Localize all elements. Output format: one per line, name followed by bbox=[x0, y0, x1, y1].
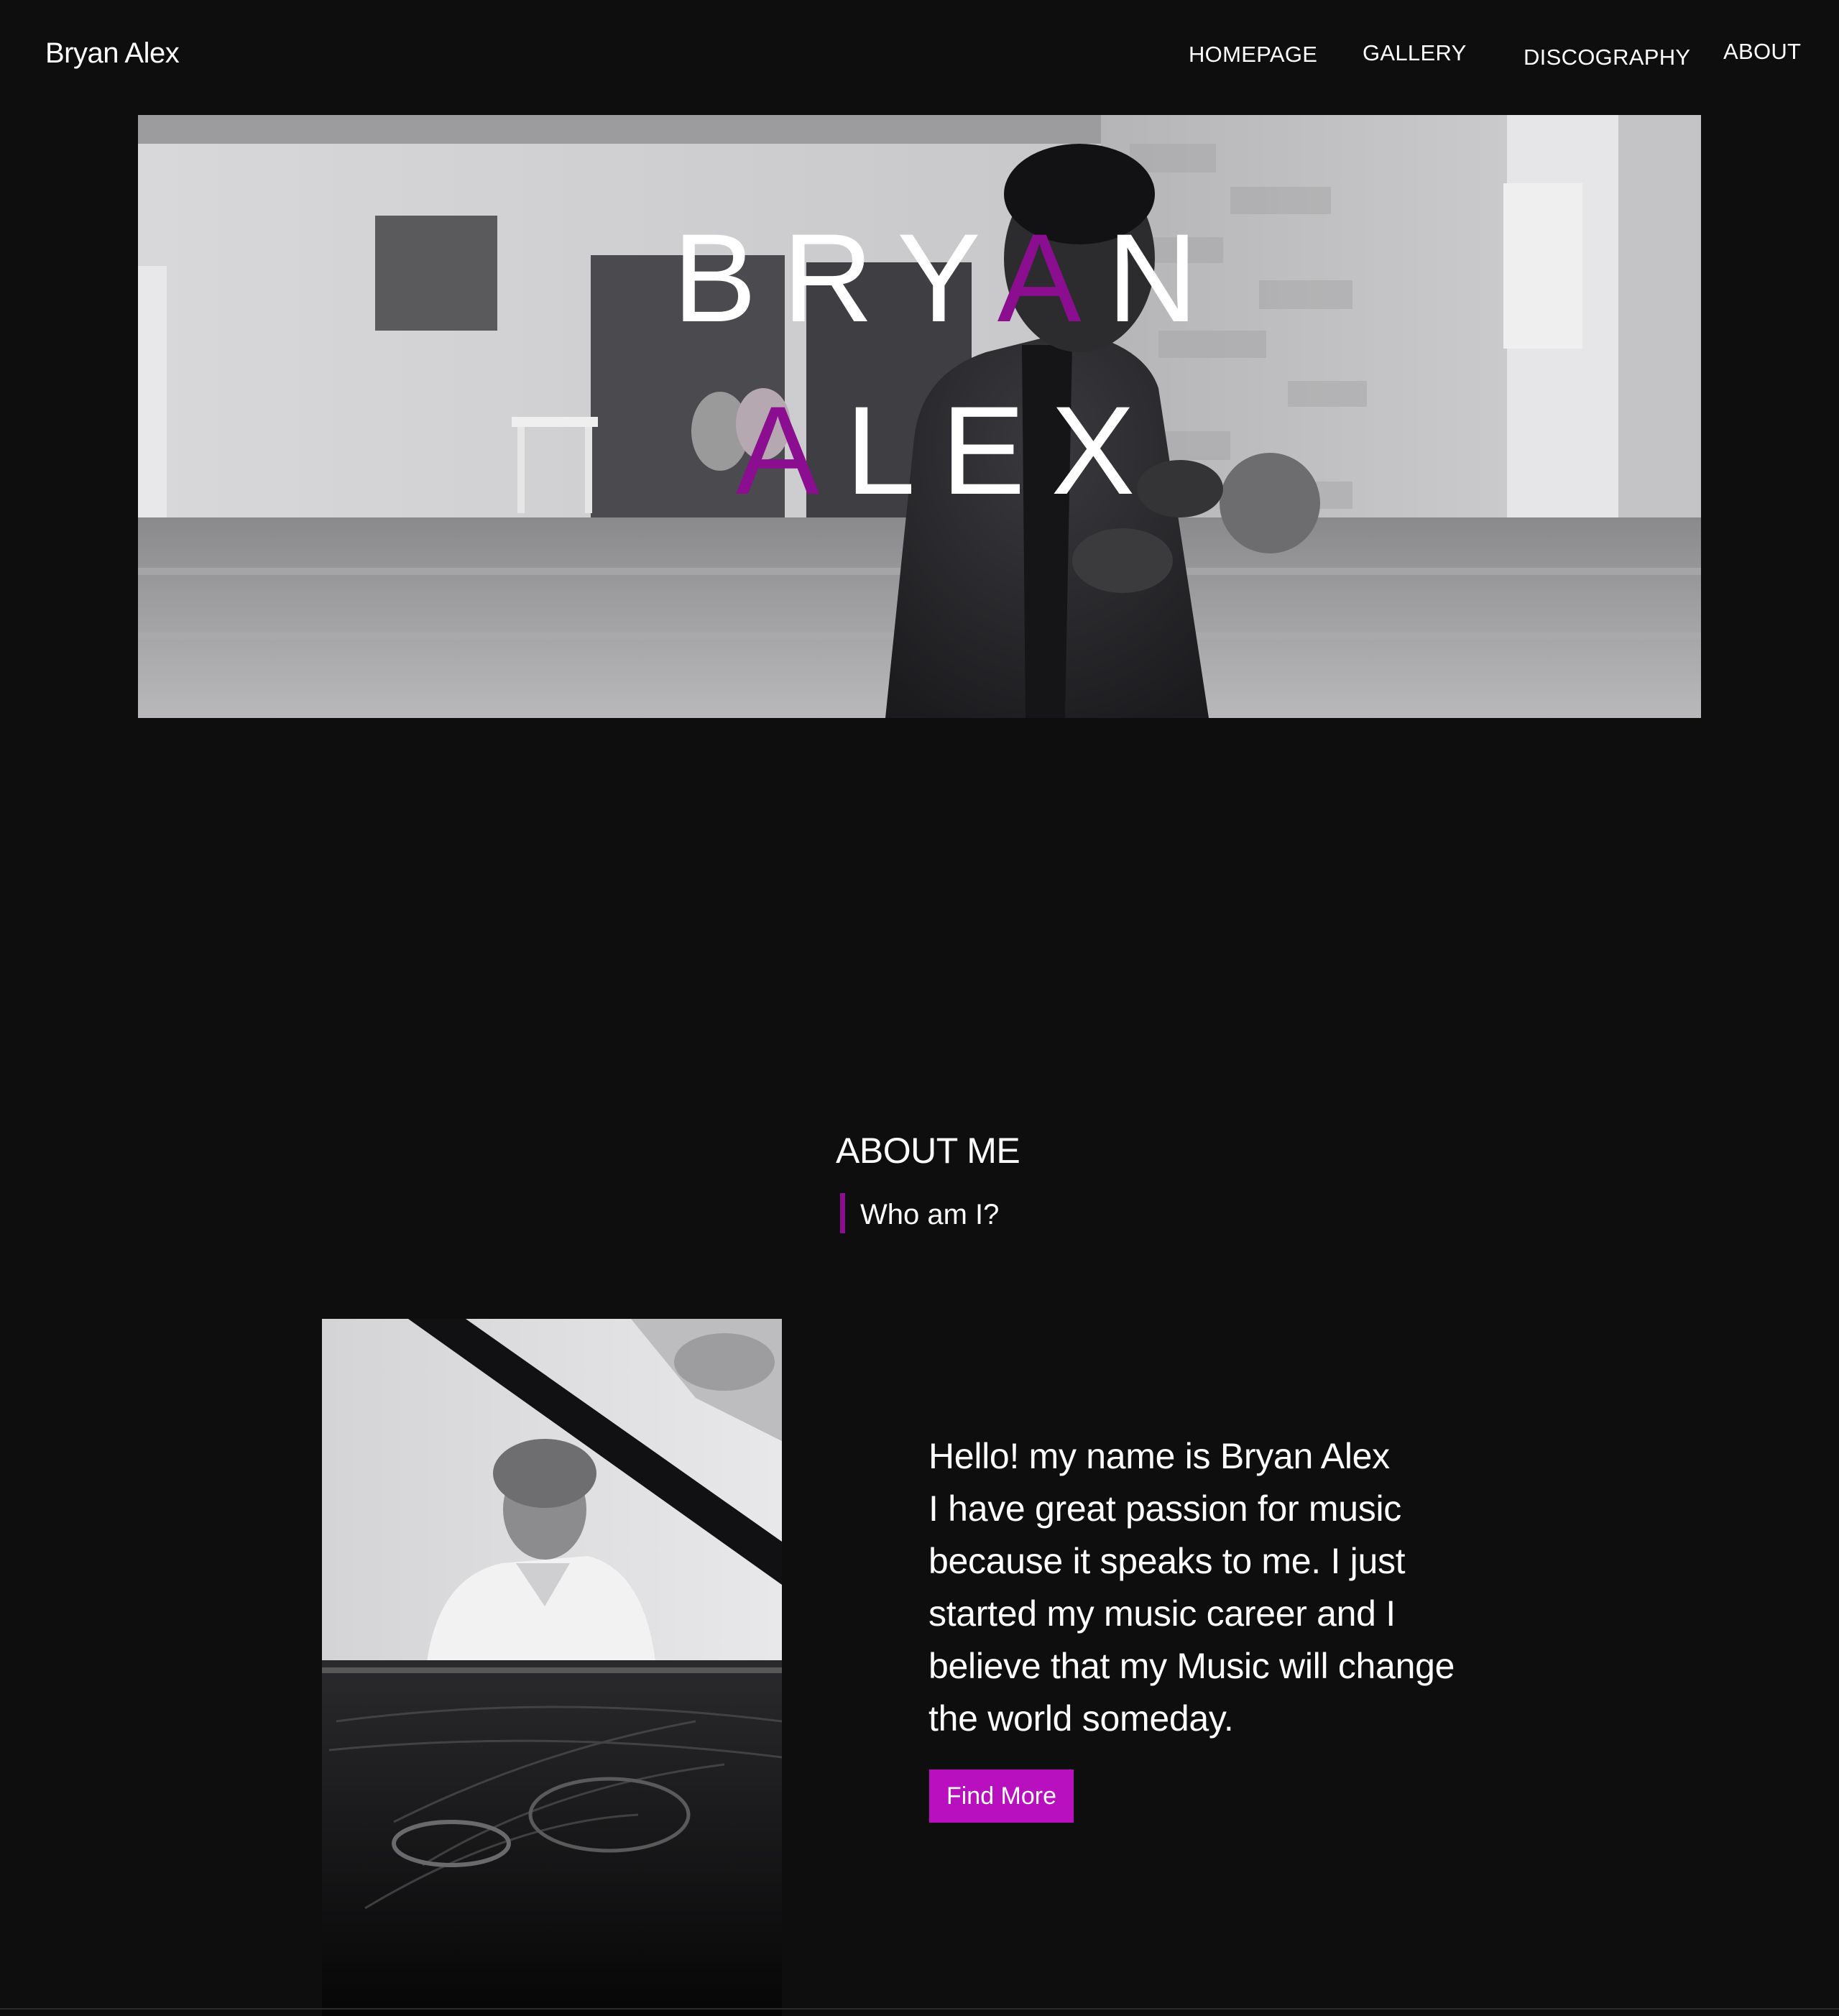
hero-title-accent-letter: A bbox=[735, 381, 846, 521]
nav-homepage[interactable]: HOMEPAGE bbox=[1189, 42, 1317, 68]
divider bbox=[0, 2008, 1839, 2010]
nav-gallery[interactable]: GALLERY bbox=[1363, 40, 1467, 66]
find-more-button[interactable]: Find More bbox=[929, 1769, 1074, 1823]
section-title: ABOUT ME bbox=[836, 1131, 1020, 1171]
about-line: I have great passion for music bbox=[928, 1488, 1401, 1529]
hero-title-part: BRY bbox=[673, 208, 997, 349]
about-line: believe that my Music will change bbox=[928, 1646, 1455, 1686]
brand-logo-text[interactable]: Bryan Alex bbox=[45, 37, 180, 70]
hero-banner: BRYAN ALEX bbox=[138, 115, 1701, 718]
about-paragraph: Hello! my name is Bryan Alex I have grea… bbox=[928, 1430, 1547, 1745]
page: Bryan Alex HOMEPAGE GALLERY DISCOGRAPHY … bbox=[0, 0, 1839, 2016]
subtitle-accent-bar bbox=[840, 1193, 845, 1233]
nav-about[interactable]: ABOUT bbox=[1723, 39, 1801, 65]
hero-title-accent-letter: A bbox=[997, 208, 1107, 349]
nav-discography[interactable]: DISCOGRAPHY bbox=[1524, 45, 1690, 70]
section-subtitle: Who am I? bbox=[860, 1199, 1000, 1230]
piano-photo bbox=[322, 1319, 782, 2016]
about-line: because it speaks to me. I just bbox=[928, 1541, 1406, 1581]
about-line: started my music career and I bbox=[928, 1593, 1396, 1634]
hero-title-part: LEX bbox=[845, 381, 1161, 521]
hero-title-part: N bbox=[1107, 208, 1224, 349]
pianist-image bbox=[322, 1319, 782, 2016]
about-line: Hello! my name is Bryan Alex bbox=[928, 1436, 1390, 1476]
hero-title-line-2: ALEX bbox=[138, 388, 1701, 514]
about-line: the world someday. bbox=[928, 1698, 1234, 1739]
hero-title-line-1: BRYAN bbox=[138, 216, 1701, 341]
